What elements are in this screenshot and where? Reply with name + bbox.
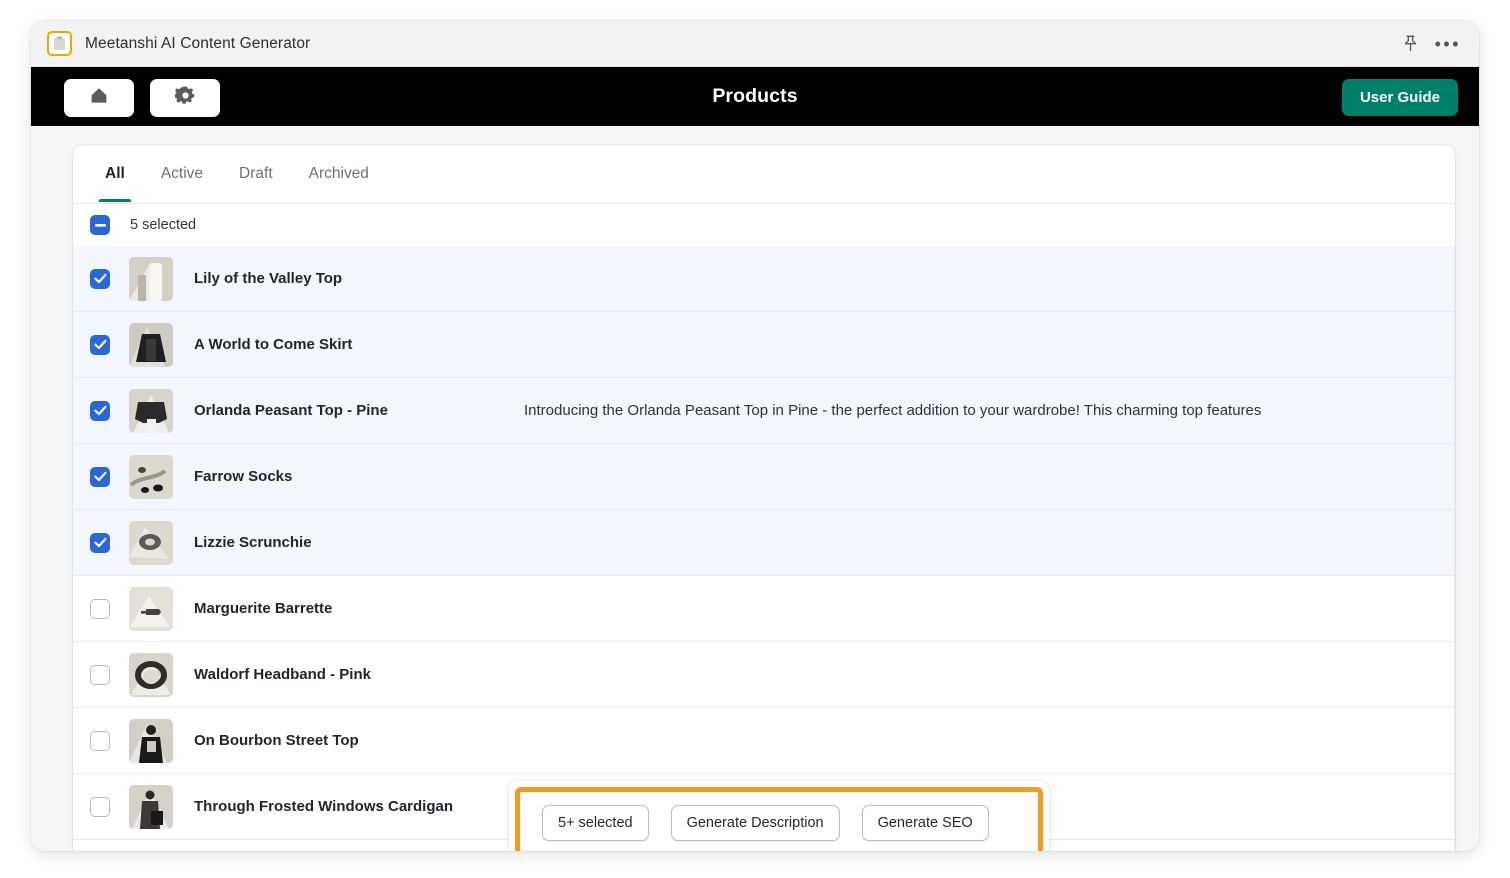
table-row[interactable]: Lily of the Valley Top — [73, 246, 1455, 312]
table-row[interactable]: Waldorf Headband - Pink — [73, 642, 1455, 708]
row-checkbox[interactable] — [90, 466, 110, 487]
product-title[interactable]: Lily of the Valley Top — [194, 270, 524, 287]
selected-count-label: 5 selected — [130, 217, 197, 233]
tab-draft[interactable]: Draft — [221, 145, 291, 202]
product-title[interactable]: Marguerite Barrette — [194, 600, 524, 617]
row-checkbox[interactable] — [90, 796, 110, 817]
row-checkbox[interactable] — [90, 334, 110, 355]
table-row[interactable]: Farrow Socks — [73, 444, 1455, 510]
select-all-checkbox[interactable] — [90, 215, 110, 235]
row-checkbox[interactable] — [90, 598, 110, 619]
bulk-selected-count-button[interactable]: 5+ selected — [542, 805, 649, 841]
row-checkbox[interactable] — [90, 268, 110, 289]
title-bar: Meetanshi AI Content Generator ••• — [31, 21, 1479, 67]
product-title[interactable]: Farrow Socks — [194, 468, 524, 485]
app-window: Meetanshi AI Content Generator ••• Produ… — [31, 21, 1479, 851]
more-horizontal-icon[interactable]: ••• — [1435, 35, 1461, 53]
table-row[interactable]: Marguerite Barrette — [73, 576, 1455, 642]
product-description: Introducing the Orlanda Peasant Top in P… — [524, 402, 1262, 419]
row-checkbox[interactable] — [90, 664, 110, 685]
user-guide-button[interactable]: User Guide — [1341, 79, 1458, 116]
product-thumbnail — [129, 388, 173, 433]
bulk-action-bar: 5+ selected Generate Description Generat… — [520, 792, 1038, 851]
top-navbar: Products User Guide — [31, 67, 1479, 126]
product-title[interactable]: Waldorf Headband - Pink — [194, 666, 524, 683]
app-title: Meetanshi AI Content Generator — [85, 34, 311, 52]
product-thumbnail — [129, 454, 173, 499]
product-thumbnail — [129, 256, 173, 301]
tab-bar: All Active Draft Archived — [73, 145, 1455, 204]
generate-seo-button[interactable]: Generate SEO — [861, 805, 989, 841]
bulk-action-highlight: 5+ selected Generate Description Generat… — [515, 787, 1043, 851]
product-thumbnail — [129, 718, 173, 763]
row-checkbox[interactable] — [90, 532, 110, 553]
page-title: Products — [712, 85, 798, 107]
content-area: All Active Draft Archived 5 selected Lil… — [31, 126, 1479, 851]
product-title[interactable]: On Bourbon Street Top — [194, 732, 524, 749]
product-title[interactable]: A World to Come Skirt — [194, 336, 524, 353]
tab-active[interactable]: Active — [143, 145, 221, 202]
product-thumbnail — [129, 520, 173, 565]
product-thumbnail — [129, 586, 173, 631]
product-title[interactable]: Lizzie Scrunchie — [194, 534, 524, 551]
row-checkbox[interactable] — [90, 730, 110, 751]
row-checkbox[interactable] — [90, 400, 110, 421]
table-row[interactable]: On Bourbon Street Top — [73, 708, 1455, 774]
select-all-row: 5 selected — [73, 204, 1455, 247]
product-thumbnail — [129, 322, 173, 367]
table-row[interactable]: A World to Come Skirt — [73, 312, 1455, 378]
product-title[interactable]: Through Frosted Windows Cardigan — [194, 798, 524, 815]
clipboard-icon — [47, 31, 72, 56]
product-list: Lily of the Valley Top A World to Come Sk… — [73, 246, 1455, 840]
table-row[interactable]: Lizzie Scrunchie — [73, 510, 1455, 576]
table-row[interactable]: Orlanda Peasant Top - Pine Introducing th… — [73, 378, 1455, 444]
scrollbar-gutter[interactable] — [1454, 246, 1455, 851]
generate-description-button[interactable]: Generate Description — [670, 805, 840, 841]
product-list-viewport[interactable]: Lily of the Valley Top A World to Come Sk… — [73, 246, 1455, 851]
product-thumbnail — [129, 652, 173, 697]
pin-icon[interactable] — [1397, 30, 1425, 58]
tab-all[interactable]: All — [87, 145, 143, 202]
product-thumbnail — [129, 784, 173, 829]
products-card: All Active Draft Archived 5 selected Lil… — [73, 145, 1455, 851]
product-title[interactable]: Orlanda Peasant Top - Pine — [194, 402, 524, 419]
tab-archived[interactable]: Archived — [291, 145, 387, 202]
